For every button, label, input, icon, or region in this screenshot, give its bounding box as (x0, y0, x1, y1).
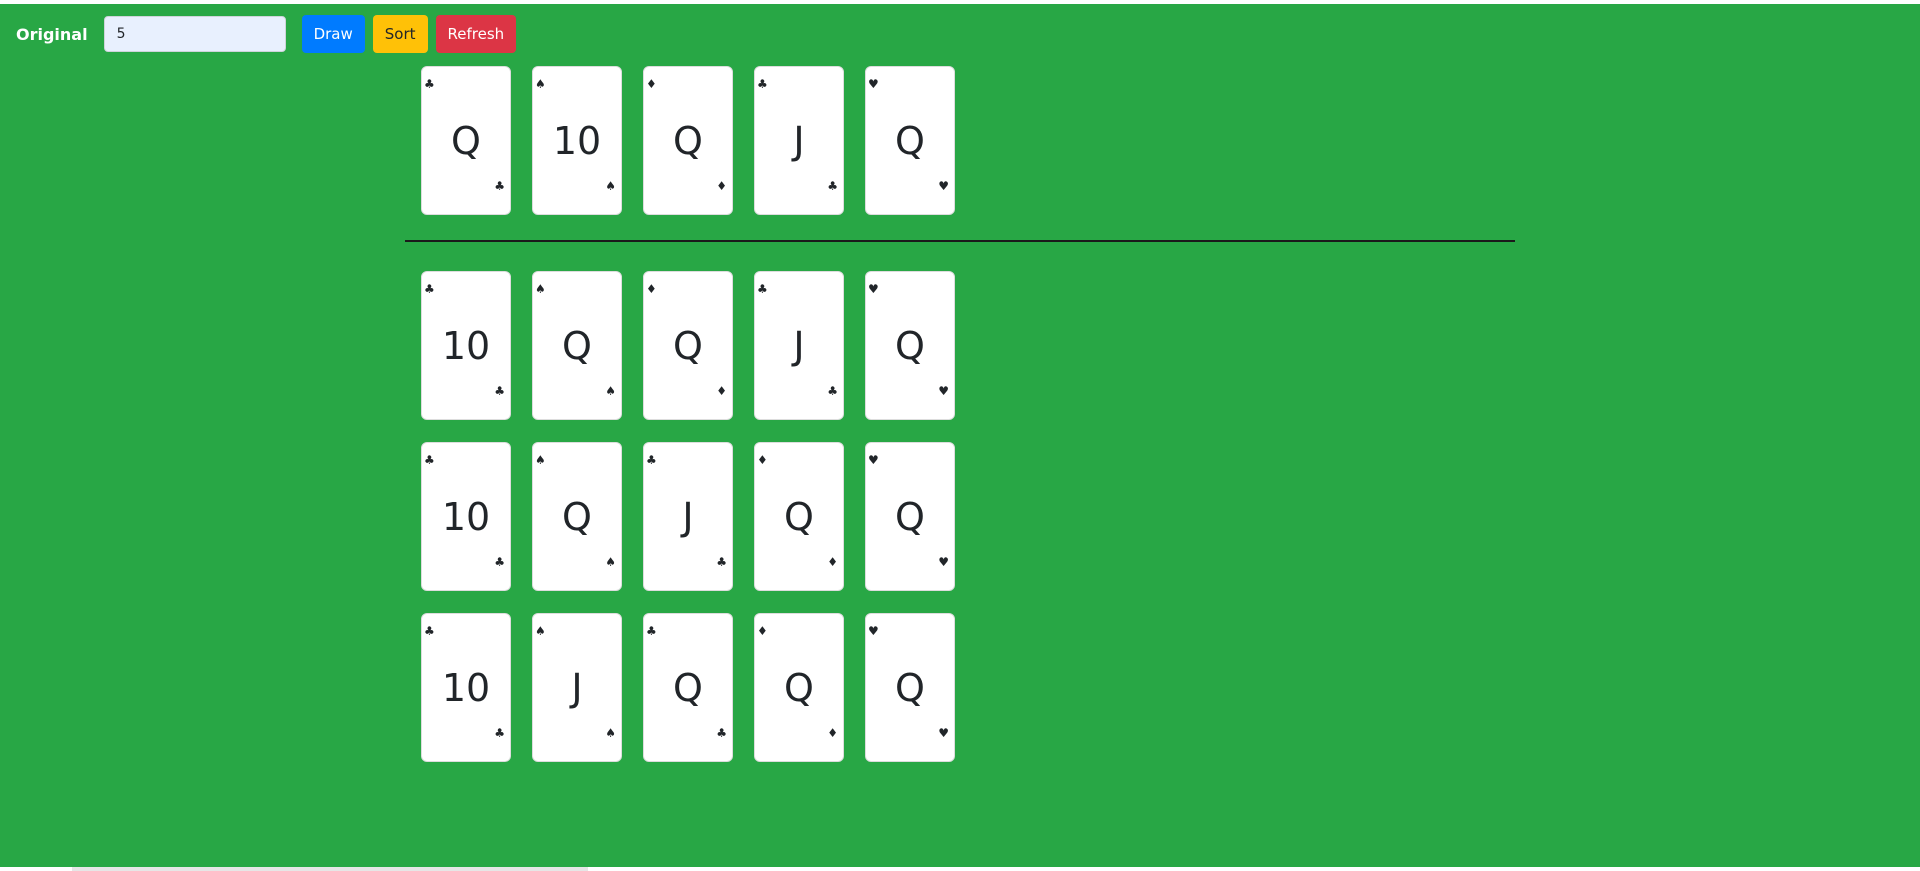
divider-line (405, 240, 1515, 242)
playing-card[interactable]: ♠ J ♠ (532, 613, 622, 762)
original-label: Original (16, 24, 88, 44)
card-rank: Q (895, 119, 925, 163)
suit-icon: ♦ (646, 282, 657, 296)
sort-step-row: ♣ 10 ♣ ♠ Q ♠ ♣ J ♣ ♦ Q ♦ ♥ Q ♥ (421, 442, 976, 591)
suit-icon: ♣ (494, 726, 505, 740)
suit-icon: ♣ (424, 77, 435, 91)
toolbar: Original Draw Sort Refresh (16, 14, 524, 54)
card-rank: Q (673, 666, 703, 710)
suit-icon: ♠ (605, 726, 616, 740)
suit-icon: ♣ (494, 555, 505, 569)
suit-icon: ♦ (646, 77, 657, 91)
suit-icon: ♥ (868, 282, 879, 296)
sort-step-row: ♣ 10 ♣ ♠ J ♠ ♣ Q ♣ ♦ Q ♦ ♥ Q ♥ (421, 613, 976, 762)
suit-icon: ♠ (605, 179, 616, 193)
suit-icon: ♠ (605, 384, 616, 398)
card-rank: Q (784, 666, 814, 710)
sort-button[interactable]: Sort (372, 15, 428, 53)
suit-icon: ♥ (938, 179, 949, 193)
suit-icon: ♣ (827, 179, 838, 193)
sort-step-row: ♣ 10 ♣ ♠ Q ♠ ♦ Q ♦ ♣ J ♣ ♥ Q ♥ (421, 271, 976, 420)
playing-card[interactable]: ♦ Q ♦ (643, 66, 733, 215)
playing-card[interactable]: ♣ J ♣ (754, 271, 844, 420)
playing-card[interactable]: ♥ Q ♥ (865, 271, 955, 420)
suit-icon: ♣ (424, 282, 435, 296)
suit-icon: ♥ (868, 453, 879, 467)
suit-icon: ♣ (424, 453, 435, 467)
suit-icon: ♠ (605, 555, 616, 569)
playing-card[interactable]: ♠ 10 ♠ (532, 66, 622, 215)
card-rank: Q (895, 324, 925, 368)
playing-card[interactable]: ♣ Q ♣ (421, 66, 511, 215)
playing-card[interactable]: ♥ Q ♥ (865, 613, 955, 762)
suit-icon: ♣ (494, 384, 505, 398)
playing-card[interactable]: ♦ Q ♦ (754, 442, 844, 591)
scrollbar-thumb[interactable] (72, 867, 588, 871)
suit-icon: ♥ (938, 555, 949, 569)
suit-icon: ♥ (938, 726, 949, 740)
suit-icon: ♦ (827, 555, 838, 569)
card-rank: Q (451, 119, 481, 163)
suit-icon: ♣ (646, 624, 657, 638)
playing-card[interactable]: ♣ 10 ♣ (421, 442, 511, 591)
playing-card[interactable]: ♣ 10 ♣ (421, 271, 511, 420)
suit-icon: ♦ (757, 453, 768, 467)
card-rank: Q (784, 495, 814, 539)
suit-icon: ♠ (535, 453, 546, 467)
playing-card[interactable]: ♠ Q ♠ (532, 271, 622, 420)
card-rank: Q (562, 495, 592, 539)
card-rank: Q (895, 495, 925, 539)
playing-card[interactable]: ♥ Q ♥ (865, 442, 955, 591)
card-rank: Q (673, 324, 703, 368)
suit-icon: ♠ (535, 77, 546, 91)
suit-icon: ♣ (757, 282, 768, 296)
card-table: Original Draw Sort Refresh ♣ Q ♣ ♠ 10 ♠ ♦ Q ♦ … (0, 4, 1920, 867)
draw-button[interactable]: Draw (301, 15, 365, 53)
playing-card[interactable]: ♣ J ♣ (643, 442, 733, 591)
refresh-button[interactable]: Refresh (435, 15, 517, 53)
card-rank: Q (673, 119, 703, 163)
suit-icon: ♣ (424, 624, 435, 638)
suit-icon: ♦ (827, 726, 838, 740)
suit-icon: ♣ (827, 384, 838, 398)
suit-icon: ♣ (494, 179, 505, 193)
suit-icon: ♣ (646, 453, 657, 467)
original-hand-row: ♣ Q ♣ ♠ 10 ♠ ♦ Q ♦ ♣ J ♣ ♥ Q ♥ (421, 66, 976, 215)
suit-icon: ♦ (716, 384, 727, 398)
suit-icon: ♦ (757, 624, 768, 638)
card-rank: 10 (441, 666, 491, 710)
card-rank: 10 (441, 495, 491, 539)
suit-icon: ♥ (868, 77, 879, 91)
card-rank: 10 (552, 119, 602, 163)
card-rank: Q (895, 666, 925, 710)
playing-card[interactable]: ♣ J ♣ (754, 66, 844, 215)
playing-card[interactable]: ♣ Q ♣ (643, 613, 733, 762)
suit-icon: ♠ (535, 282, 546, 296)
playing-card[interactable]: ♥ Q ♥ (865, 66, 955, 215)
card-rank: J (793, 324, 805, 368)
suit-icon: ♦ (716, 179, 727, 193)
suit-icon: ♣ (757, 77, 768, 91)
suit-icon: ♥ (868, 624, 879, 638)
suit-icon: ♥ (938, 384, 949, 398)
card-rank: J (682, 495, 694, 539)
card-rank: Q (562, 324, 592, 368)
card-rank: J (571, 666, 583, 710)
playing-card[interactable]: ♣ 10 ♣ (421, 613, 511, 762)
playing-card[interactable]: ♦ Q ♦ (754, 613, 844, 762)
playing-card[interactable]: ♠ Q ♠ (532, 442, 622, 591)
card-rank: 10 (441, 324, 491, 368)
card-count-input[interactable] (103, 16, 286, 52)
card-rank: J (793, 119, 805, 163)
suit-icon: ♠ (535, 624, 546, 638)
suit-icon: ♣ (716, 555, 727, 569)
playing-card[interactable]: ♦ Q ♦ (643, 271, 733, 420)
suit-icon: ♣ (716, 726, 727, 740)
